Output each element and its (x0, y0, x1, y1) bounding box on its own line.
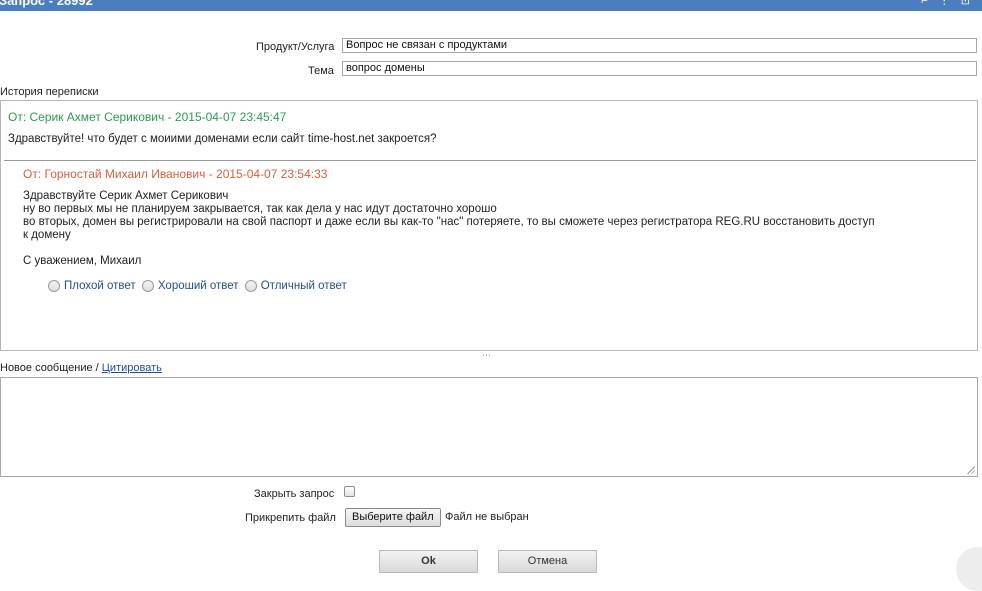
rating-good-label[interactable]: Хороший ответ (158, 280, 239, 292)
product-label: Продукт/Услуга (256, 41, 335, 53)
rating-excellent[interactable]: Отличный ответ (244, 280, 347, 292)
message-line: С уважением, Михаил (23, 255, 142, 267)
subject-field[interactable]: вопрос домены (342, 61, 977, 76)
answer-rating: Плохой ответ Хороший ответ Отличный отве… (48, 280, 350, 295)
rating-bad[interactable]: Плохой ответ (48, 280, 136, 292)
message-header: От: Горностай Михаил Иванович - 2015-04-… (23, 167, 328, 181)
window-controls-icon[interactable]: ⌐ ⋮ ⊡ (921, 0, 974, 7)
dialog-titlebar: Запрос - 28992 ⌐ ⋮ ⊡ (0, 0, 982, 11)
message-body: Здравствуйте! что будет с моиими доменам… (8, 133, 437, 145)
new-message-label: Новое сообщение / Цитировать (0, 362, 162, 374)
resize-grip-icon[interactable]: ⋯ (482, 350, 491, 361)
dialog-title: Запрос - 28992 (0, 0, 93, 8)
radio-button[interactable] (141, 280, 154, 292)
radio-button[interactable] (48, 280, 60, 292)
subject-label: Тема (308, 65, 334, 77)
radio-button[interactable] (244, 280, 257, 292)
message-body: Здравствуйте Серик Ахмет Серикович ну во… (23, 190, 875, 268)
rating-good[interactable]: Хороший ответ (141, 280, 239, 292)
message-divider (4, 160, 976, 161)
rating-excellent-label[interactable]: Отличный ответ (261, 280, 347, 292)
file-status: Файл не выбран (445, 511, 529, 523)
quote-link[interactable]: Цитировать (102, 362, 162, 374)
new-message-textarea[interactable] (0, 377, 978, 477)
attach-file-label: Прикрепить файл (245, 512, 336, 524)
message-header: От: Серик Ахмет Серикович - 2015-04-07 2… (8, 110, 287, 124)
cancel-button[interactable]: Отмена (498, 550, 597, 573)
history-label: История переписки (0, 86, 99, 98)
close-request-label: Закрыть запрос (254, 488, 335, 500)
message-line: ну во первых мы не планируем закрывается… (23, 203, 497, 215)
choose-file-button[interactable]: Выберите файл (345, 508, 441, 527)
correspondence-history[interactable]: От: Серик Ахмет Серикович - 2015-04-07 2… (0, 100, 978, 351)
scroll-up-widget[interactable] (956, 547, 982, 591)
message-line: к домену (23, 229, 71, 241)
message-line: во вторых, домен вы регистрировали на св… (23, 216, 875, 228)
rating-bad-label[interactable]: Плохой ответ (64, 280, 136, 292)
close-request-checkbox[interactable] (344, 486, 355, 497)
product-field[interactable]: Вопрос не связан с продуктами (342, 38, 977, 53)
new-message-text: Новое сообщение / (0, 362, 99, 374)
message-line (23, 242, 875, 255)
ok-button[interactable]: Ok (379, 550, 478, 573)
resize-handle-icon[interactable] (967, 466, 975, 474)
message-line: Здравствуйте Серик Ахмет Серикович (23, 190, 229, 202)
